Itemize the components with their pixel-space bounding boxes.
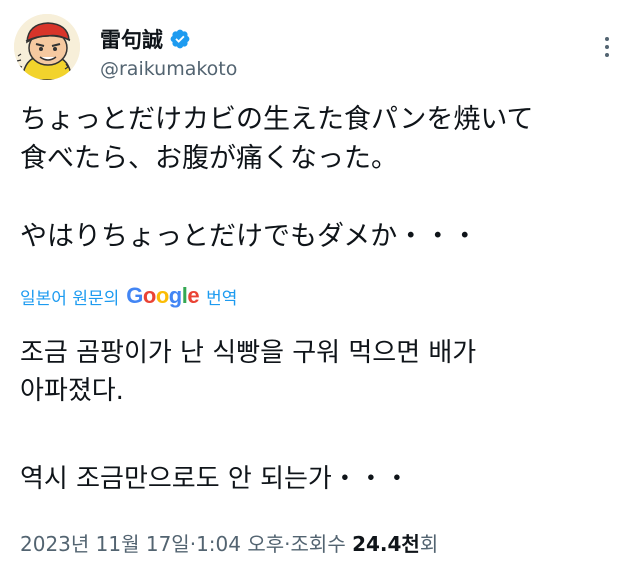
tweet-text: ちょっとだけカビの生えた食パンを焼いて 食べたら、お腹が痛くなった。 やはりちょ… [20,100,620,256]
google-letter: e [187,283,200,308]
google-logo: Google [126,283,199,309]
google-letter: g [168,283,182,308]
translation-attribution[interactable]: 일본어 원문의 Google 번역 [20,283,237,309]
views-label: 조회수 [290,532,346,556]
tweet-line: やはりちょっとだけでもダメか・・・ [20,221,479,252]
avatar[interactable] [14,14,80,80]
translation-prefix: 일본어 원문의 [20,288,120,309]
verified-badge-icon [170,29,190,49]
views-count: 24.4천 [352,532,420,556]
google-letter: o [155,283,169,308]
display-name[interactable]: 雷句誠 [100,24,163,54]
translated-line: 조금 곰팡이가 난 식빵을 구워 먹으면 배가 [20,338,477,368]
translated-text: 조금 곰팡이가 난 식빵을 구워 먹으면 배가 아파졌다. 역시 조금만으로도 … [20,334,620,498]
tweet-header: 雷句誠 @raikumakoto [14,14,625,84]
google-letter: G [126,283,143,308]
views-suffix: 회 [419,532,439,556]
tweet-time[interactable]: 1:04 오후 [196,528,284,557]
translation-suffix: 번역 [206,288,238,309]
dot [605,53,609,57]
dot [605,37,609,41]
tweet-date[interactable]: 2023년 11월 17일 [20,528,190,557]
more-dots-icon[interactable] [597,32,617,62]
google-letter: o [142,283,156,308]
tweet-line: ちょっとだけカビの生えた食パンを焼いて [20,104,534,135]
tweet-meta: 2023년 11월 17일 · 1:04 오후 · 조회수 24.4천 회 [20,528,438,557]
author-name-row[interactable]: 雷句誠 [100,24,191,54]
tweet-line: 食べたら、お腹が痛くなった。 [20,143,398,174]
author-handle[interactable]: @raikumakoto [100,58,237,80]
translated-line: 역시 조금만으로도 안 되는가・・・ [20,464,410,494]
dot [605,45,609,49]
avatar-illustration [14,14,80,80]
translated-line: 아파졌다. [20,376,124,406]
